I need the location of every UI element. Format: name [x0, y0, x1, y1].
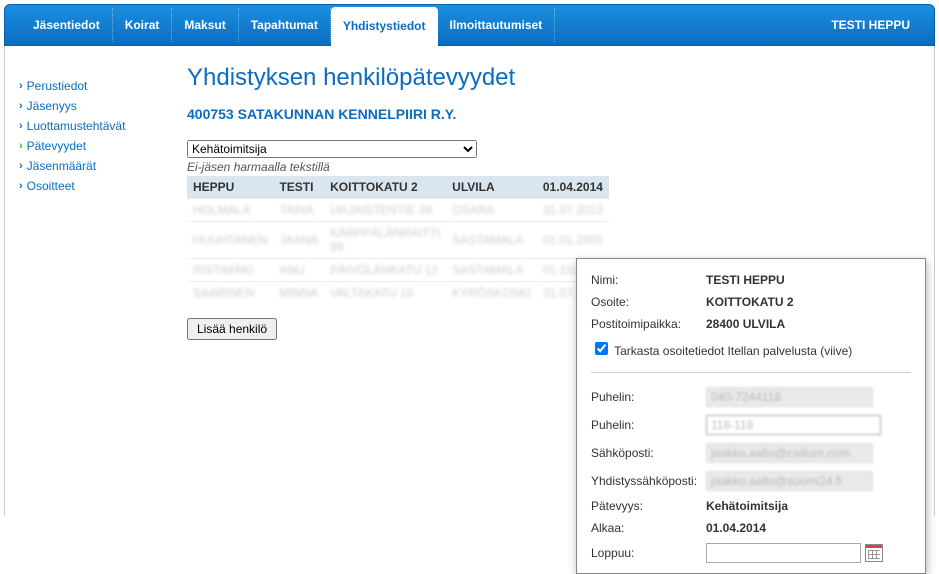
sidebar-item-jasenmaarat[interactable]: › Jäsenmäärät	[19, 156, 169, 176]
value-nimi: TESTI HEPPU	[706, 273, 911, 287]
tab-maksut[interactable]: Maksut	[172, 8, 238, 42]
role-select[interactable]: Kehätoimitsija	[187, 140, 477, 158]
label-alkaa: Alkaa:	[591, 521, 706, 535]
table-cell: JAANA	[273, 222, 324, 259]
table-cell: MINNA	[273, 282, 324, 305]
calendar-icon[interactable]	[865, 544, 883, 562]
label-osoite: Osoite:	[591, 295, 706, 309]
value-ptp: 28400 ULVILA	[706, 317, 911, 331]
col-lastname: HEPPU	[187, 176, 273, 199]
tab-jasentiedot[interactable]: Jäsentiedot	[21, 8, 113, 42]
table-cell: VALTAKATU 15	[324, 282, 446, 305]
table-cell: SASTAMALA	[446, 259, 537, 282]
current-user: TESTI HEPPU	[831, 18, 918, 32]
table-cell: PÄIVÖLÄNKATU 12	[324, 259, 446, 282]
sidebar-item-luottamustehtavat[interactable]: › Luottamustehtävät	[19, 116, 169, 136]
sidebar-item-perustiedot[interactable]: › Perustiedot	[19, 76, 169, 96]
label-patevyys: Pätevyys:	[591, 499, 706, 513]
table-row[interactable]: RISTIMÄKIANUPÄIVÖLÄNKATU 12SASTAMALA01.1…	[187, 259, 609, 282]
detail-panel: Nimi:TESTI HEPPU Osoite:KOITTOKATU 2 Pos…	[576, 258, 926, 574]
chevron-right-icon: ›	[19, 160, 23, 172]
sidebar-item-label: Osoitteet	[27, 179, 75, 193]
sidebar-item-label: Pätevyydet	[27, 139, 86, 153]
table-cell: URJAISTENTIE 39	[324, 199, 446, 222]
top-nav: Jäsentiedot Koirat Maksut Tapahtumat Yhd…	[4, 4, 935, 46]
sidebar-item-label: Perustiedot	[27, 79, 88, 93]
label-puh2: Puhelin:	[591, 418, 706, 432]
value-osoite: KOITTOKATU 2	[706, 295, 911, 309]
table-cell: ANU	[273, 259, 324, 282]
value-alkaa: 01.04.2014	[706, 521, 911, 535]
label-ptp: Postitoimipaikka:	[591, 317, 706, 331]
chevron-right-icon: ›	[19, 180, 23, 192]
members-table: HEPPU TESTI KOITTOKATU 2 ULVILA 01.04.20…	[187, 176, 609, 304]
table-cell: OSARA	[446, 199, 537, 222]
table-cell: KYRÖSKOSKI	[446, 282, 537, 305]
sidebar-item-label: Luottamustehtävät	[27, 119, 126, 133]
table-row[interactable]: HOLMALATAINAURJAISTENTIE 39OSARA31.07.20…	[187, 199, 609, 222]
sidebar-item-label: Jäsenmäärät	[27, 159, 96, 173]
label-email: Sähköposti:	[591, 446, 706, 460]
col-date: 01.04.2014	[537, 176, 609, 199]
value-yemail[interactable]: jaakko.aalto@suomi24.fi	[706, 471, 873, 491]
check-itella[interactable]: Tarkasta osoitetiedot Itellan palvelusta…	[591, 344, 852, 358]
check-itella-box[interactable]	[595, 342, 608, 355]
sidebar-item-jasenyys[interactable]: › Jäsenyys	[19, 96, 169, 116]
table-cell: 01.01.2003	[537, 222, 609, 259]
page-title: Yhdistyksen henkilöpätevyydet	[187, 64, 924, 92]
chevron-right-icon: ›	[19, 120, 23, 132]
table-cell: HOLMALA	[187, 199, 273, 222]
table-cell: 31.07.2013	[537, 199, 609, 222]
input-loppuu[interactable]	[706, 543, 861, 563]
value-patevyys: Kehätoimitsija	[706, 499, 911, 513]
tab-ilmoittautumiset[interactable]: Ilmoittautumiset	[438, 8, 556, 42]
label-puh1: Puhelin:	[591, 390, 706, 404]
col-address: KOITTOKATU 2	[324, 176, 446, 199]
label-yemail: Yhdistyssähköposti:	[591, 474, 706, 488]
add-person-button[interactable]: Lisää henkilö	[187, 318, 277, 340]
sidebar: › Perustiedot › Jäsenyys › Luottamustehtävä…	[5, 46, 177, 516]
sidebar-item-patevyydet[interactable]: › Pätevyydet	[19, 136, 169, 156]
label-loppuu: Loppuu:	[591, 546, 706, 560]
tab-tapahtumat[interactable]: Tapahtumat	[239, 8, 331, 42]
table-cell: KÄRPPÄLÄNRAITTI 89	[324, 222, 446, 259]
chevron-right-icon: ›	[19, 140, 23, 152]
legend-note: Ei-jäsen harmaalla tekstillä	[187, 160, 924, 174]
chevron-right-icon: ›	[19, 100, 23, 112]
table-cell: SAARINEN	[187, 282, 273, 305]
label-nimi: Nimi:	[591, 273, 706, 287]
value-puh1[interactable]: 040-7244118	[706, 387, 873, 407]
table-cell: RISTIMÄKI	[187, 259, 273, 282]
input-puh2[interactable]	[706, 415, 881, 435]
sidebar-item-label: Jäsenyys	[27, 99, 77, 113]
sidebar-item-osoitteet[interactable]: › Osoitteet	[19, 176, 169, 196]
col-city: ULVILA	[446, 176, 537, 199]
table-cell: HUUHTANEN	[187, 222, 273, 259]
value-email[interactable]: jaakko.aalto@csillum.com	[706, 443, 873, 463]
table-header-row[interactable]: HEPPU TESTI KOITTOKATU 2 ULVILA 01.04.20…	[187, 176, 609, 199]
table-cell: TAINA	[273, 199, 324, 222]
col-firstname: TESTI	[273, 176, 324, 199]
tab-koirat[interactable]: Koirat	[113, 8, 173, 42]
table-row[interactable]: HUUHTANENJAANAKÄRPPÄLÄNRAITTI 89SASTAMAL…	[187, 222, 609, 259]
table-cell: SASTAMALA	[446, 222, 537, 259]
page-subtitle: 400753 SATAKUNNAN KENNELPIIRI R.Y.	[187, 106, 924, 122]
table-row[interactable]: SAARINENMINNAVALTAKATU 15KYRÖSKOSKI31.07…	[187, 282, 609, 305]
tab-yhdistystiedot[interactable]: Yhdistystiedot	[331, 7, 438, 47]
check-itella-label: Tarkasta osoitetiedot Itellan palvelusta…	[614, 344, 852, 358]
chevron-right-icon: ›	[19, 80, 23, 92]
